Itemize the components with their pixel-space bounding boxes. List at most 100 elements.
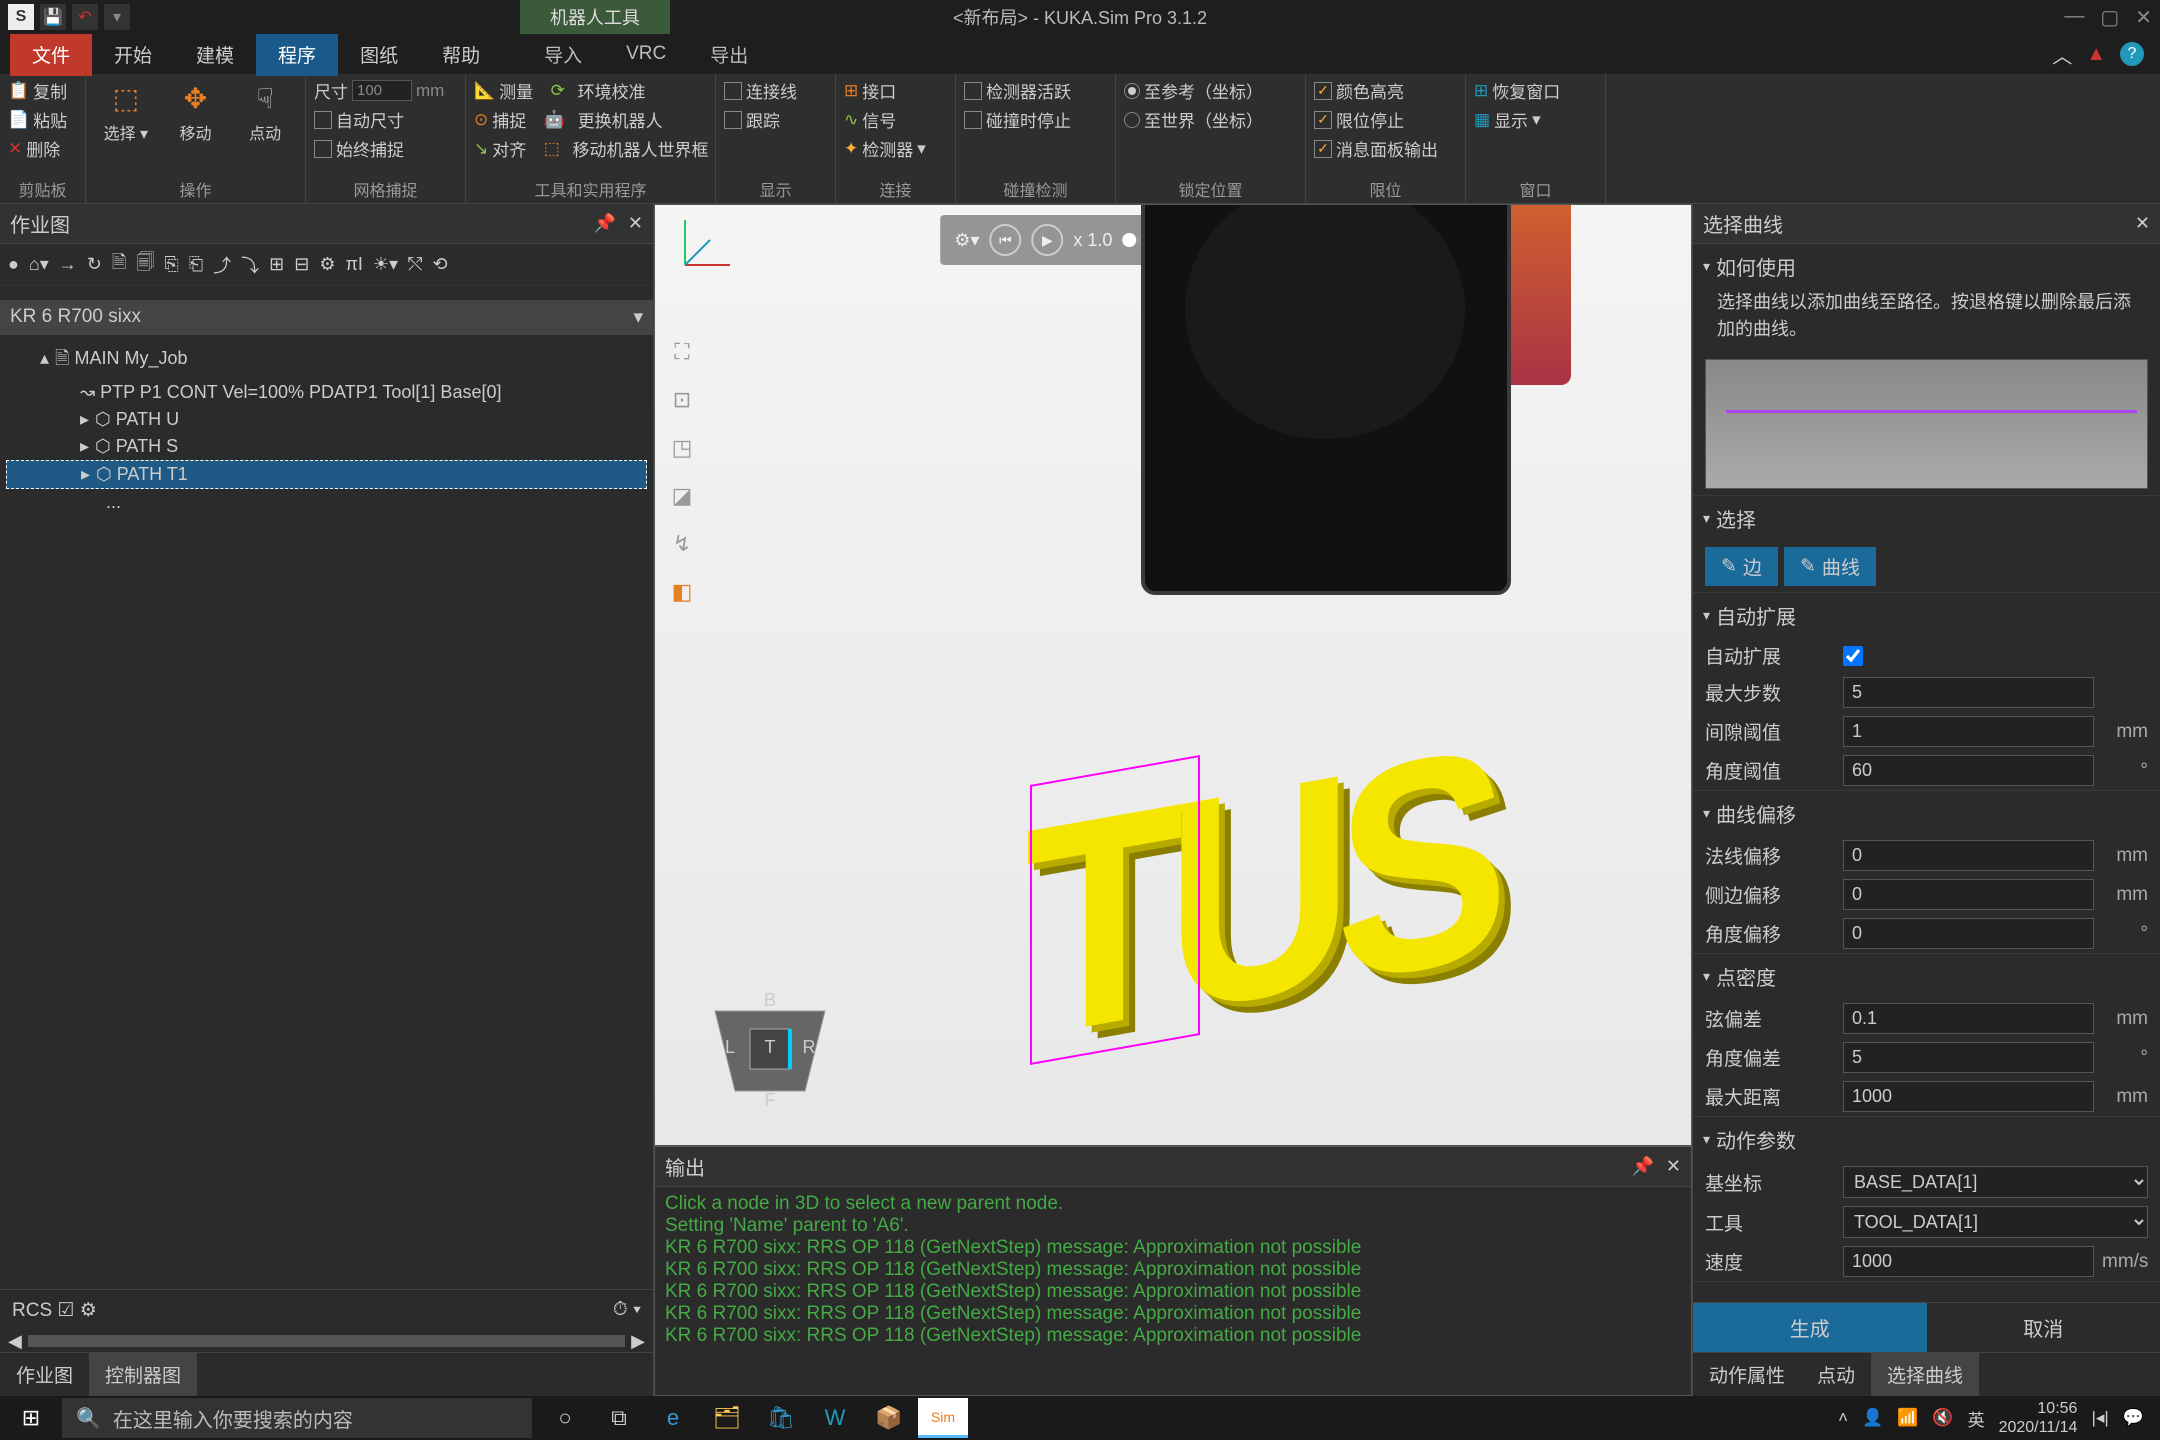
help-icon[interactable]: ?	[2120, 42, 2144, 66]
ribbon-move[interactable]: ✥移动	[164, 78, 228, 144]
menu-help[interactable]: 帮助	[420, 33, 502, 76]
undo-icon[interactable]: ↶	[72, 4, 98, 30]
ribbon-copy[interactable]: 📋复制	[8, 78, 67, 103]
autoextend-checkbox[interactable]	[1843, 646, 1863, 666]
maxdist-input[interactable]	[1843, 1081, 2094, 1112]
save-icon[interactable]: 💾	[40, 4, 66, 30]
tb-icon[interactable]: ⤴	[213, 252, 231, 278]
vp-expand-icon[interactable]: ⛶	[665, 335, 699, 369]
menu-export[interactable]: 导出	[688, 33, 770, 76]
win-show[interactable]: ▦显示 ▾	[1474, 107, 1560, 132]
edge-icon[interactable]: e	[648, 1398, 698, 1438]
angdev-input[interactable]	[1843, 1042, 2094, 1073]
pin-icon[interactable]: 📌	[1631, 1156, 1653, 1177]
menu-drawing[interactable]: 图纸	[338, 33, 420, 76]
rewind-icon[interactable]: ⏮	[989, 224, 1021, 256]
tb-icon[interactable]: ↻	[87, 254, 102, 275]
nav-cube[interactable]: B L T R F	[695, 971, 845, 1121]
tray-clock[interactable]: 10:562020/11/14	[1999, 1399, 2078, 1437]
menu-start[interactable]: 开始	[92, 33, 174, 76]
vp-cube-icon[interactable]: ◧	[665, 575, 699, 609]
coll-stop[interactable]: 碰撞时停止	[964, 107, 1071, 132]
store-icon[interactable]: 🛍	[756, 1398, 806, 1438]
gear-icon[interactable]: ⚙▾	[954, 230, 979, 251]
tray-volume-icon[interactable]: 🔇	[1932, 1408, 1953, 1428]
tray-up-icon[interactable]: ˄	[1838, 1408, 1848, 1428]
qat-s-icon[interactable]: S	[8, 4, 34, 30]
play-icon[interactable]: ▶	[1031, 224, 1063, 256]
ribbon-paste[interactable]: 📄粘贴	[8, 107, 67, 132]
vp-plane-icon[interactable]: ◪	[665, 479, 699, 513]
tb-icon[interactable]: →	[59, 254, 77, 275]
rp-tab-motion[interactable]: 动作属性	[1693, 1353, 1801, 1396]
conn-signal[interactable]: ∿信号	[844, 107, 926, 132]
tree-ptp[interactable]: ↝ PTP P1 CONT Vel=100% PDATP1 Tool[1] Ba…	[6, 379, 647, 406]
vp-axis-icon[interactable]: ↯	[665, 527, 699, 561]
menu-file[interactable]: 文件	[10, 33, 92, 76]
conn-detector[interactable]: ✦检测器 ▾	[844, 136, 926, 161]
cortana-icon[interactable]: ○	[540, 1398, 590, 1438]
taskview-icon[interactable]: ⧉	[594, 1398, 644, 1438]
snap-always[interactable]: 始终捕捉	[314, 136, 444, 161]
tb-icon[interactable]: ⊞	[269, 254, 284, 275]
tb-icon[interactable]: 🗐	[136, 250, 154, 280]
robot-header[interactable]: KR 6 R700 sixx▾	[0, 300, 653, 335]
generate-button[interactable]: 生成	[1693, 1303, 1927, 1352]
tb-icon[interactable]: ⌂▾	[29, 254, 49, 275]
snap-auto[interactable]: 自动尺寸	[314, 107, 444, 132]
lim-color[interactable]: ✓颜色高亮	[1314, 78, 1438, 103]
rp-tab-curve[interactable]: 选择曲线	[1871, 1353, 1979, 1396]
sim-icon[interactable]: Sim	[918, 1398, 968, 1438]
chevron-up-icon[interactable]: ︿	[2052, 40, 2072, 69]
lock-ref[interactable]: 至参考（坐标）	[1124, 78, 1263, 103]
chord-input[interactable]	[1843, 1003, 2094, 1034]
tool-align[interactable]: ↘对齐 ⬚ 移动机器人世界框	[474, 136, 709, 161]
angle-input[interactable]	[1843, 755, 2094, 786]
tree-pathu[interactable]: ▸⬡ PATH U	[6, 406, 647, 433]
tray-wifi-icon[interactable]: 📶	[1897, 1408, 1918, 1428]
menu-model[interactable]: 建模	[174, 33, 256, 76]
qat-dropdown-icon[interactable]: ▾	[104, 4, 130, 30]
tree-paths[interactable]: ▸⬡ PATH S	[6, 433, 647, 460]
warning-icon[interactable]: ▲	[2086, 43, 2106, 66]
base-select[interactable]: BASE_DATA[1]	[1843, 1166, 2148, 1198]
3d-viewport[interactable]: ⚙▾ ⏮ ▶ x 1.0 🖻 📹 ✨ ⛶ ⊡ ◳ ◪ ↯ ◧ TUS	[654, 204, 1692, 1146]
tree-main[interactable]: ▴🗎 MAIN My_Job	[6, 343, 647, 379]
ribbon-delete[interactable]: ✕删除	[8, 136, 67, 161]
tray-ime[interactable]: 英	[1968, 1406, 1985, 1431]
lim-msg[interactable]: ✓消息面板输出	[1314, 136, 1438, 161]
pin-icon[interactable]: 📌	[593, 213, 615, 234]
sideoff-input[interactable]	[1843, 879, 2094, 910]
tray-people-icon[interactable]: 👤	[1862, 1408, 1883, 1428]
explorer-icon[interactable]: 🗂	[702, 1398, 752, 1438]
coll-active[interactable]: 检测器活跃	[964, 78, 1071, 103]
ribbon-select[interactable]: ⬚选择 ▾	[94, 78, 158, 144]
tb-icon[interactable]: ☀▾	[373, 254, 398, 275]
disp-trace[interactable]: 跟踪	[724, 107, 797, 132]
ribbon-click[interactable]: ☟点动	[233, 78, 297, 144]
tb-icon[interactable]: ⎗	[189, 254, 203, 275]
tb-icon[interactable]: ●	[8, 254, 19, 275]
ribbon-context-tab[interactable]: 机器人工具	[520, 0, 670, 34]
disp-connect[interactable]: 连接线	[724, 78, 797, 103]
tab-jobs[interactable]: 作业图	[0, 1353, 89, 1396]
maxsteps-input[interactable]	[1843, 677, 2094, 708]
cancel-button[interactable]: 取消	[1927, 1303, 2160, 1352]
rp-tab-jog[interactable]: 点动	[1801, 1353, 1871, 1396]
tray-notif-icon[interactable]: 💬	[2123, 1408, 2144, 1428]
tool-capture[interactable]: ⊙捕捉 🤖 更换机器人	[474, 107, 709, 132]
gap-input[interactable]	[1843, 716, 2094, 747]
menu-program[interactable]: 程序	[256, 33, 338, 76]
tb-icon[interactable]: πI	[346, 254, 363, 275]
win-restore[interactable]: ⊞恢复窗口	[1474, 78, 1560, 103]
angoff-input[interactable]	[1843, 918, 2094, 949]
normoff-input[interactable]	[1843, 840, 2094, 871]
vp-fit-icon[interactable]: ⊡	[665, 383, 699, 417]
archive-icon[interactable]: 📦	[864, 1398, 914, 1438]
maximize-icon[interactable]: ▢	[2100, 5, 2119, 30]
panel-close-icon[interactable]: ✕	[628, 213, 643, 234]
menu-vrc[interactable]: VRC	[604, 35, 688, 73]
tb-icon[interactable]: ⤵	[241, 252, 259, 278]
tool-measure[interactable]: 📐测量 ⟳ 环境校准	[474, 78, 709, 103]
tb-icon[interactable]: ⊟	[294, 254, 309, 275]
